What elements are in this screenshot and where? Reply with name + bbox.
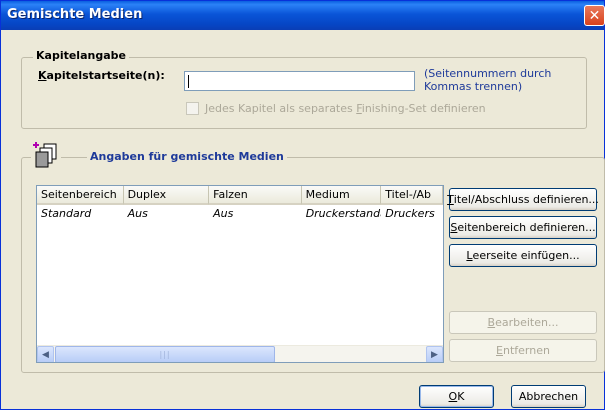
define-page-range-button[interactable]: Seitenbereich definieren... — [449, 216, 597, 239]
col-titel[interactable]: Titel-/Ab — [381, 186, 443, 205]
col-medium[interactable]: Medium — [301, 186, 382, 205]
col-falzen[interactable]: Falzen — [209, 186, 302, 205]
define-title-button[interactable]: Titel/Abschluss definieren... — [447, 188, 599, 211]
horizontal-scrollbar[interactable]: ◀ ||| ▶ — [37, 345, 443, 362]
table-row[interactable]: Standard Aus Aus Druckerstandard Drucker… — [37, 206, 443, 221]
media-listview[interactable]: Seitenbereich Duplex Falzen Medium Titel… — [36, 185, 444, 363]
cell-medium: Druckerstandard — [305, 207, 382, 220]
close-button[interactable]: ✕ — [584, 5, 605, 26]
chapter-group-title: Kapitelangabe — [33, 49, 129, 62]
col-seitenbereich[interactable]: Seitenbereich — [37, 186, 124, 205]
cancel-button[interactable]: Abbrechen — [511, 385, 586, 408]
checkbox-box[interactable] — [186, 102, 199, 115]
remove-button[interactable]: Entfernen — [449, 339, 597, 362]
col-duplex[interactable]: Duplex — [123, 186, 210, 205]
close-icon: ✕ — [588, 7, 601, 24]
cell-seitenbereich: Standard — [41, 207, 92, 220]
arrow-right-icon: ▶ — [431, 349, 438, 360]
text-caret — [188, 75, 189, 88]
title-bar[interactable]: Gemischte Medien ✕ — [1, 1, 605, 30]
scroll-left-button[interactable]: ◀ — [37, 346, 54, 362]
dialog-window: Gemischte Medien ✕ Kapitelangabe Kapitel… — [0, 0, 605, 410]
checkbox-label: Jedes Kapitel als separates Finishing-Se… — [205, 102, 486, 115]
separate-finishing-checkbox[interactable]: Jedes Kapitel als separates Finishing-Se… — [186, 102, 486, 115]
cell-falzen: Aus — [213, 207, 234, 220]
insert-blank-page-button[interactable]: Leerseite einfügen... — [449, 244, 597, 267]
arrow-left-icon: ◀ — [42, 349, 49, 360]
edit-button[interactable]: Bearbeiten... — [449, 311, 597, 334]
cell-duplex: Aus — [127, 207, 148, 220]
list-header: Seitenbereich Duplex Falzen Medium Titel… — [37, 186, 443, 205]
cell-titel: Druckers — [385, 207, 435, 220]
scroll-thumb[interactable]: ||| — [55, 346, 275, 362]
media-pages-icon — [31, 141, 61, 169]
chapter-hint: (Seitennummern durch Kommas trennen) — [424, 67, 552, 93]
chapter-start-label: Kapitelstartseite(n): — [38, 69, 165, 82]
grip-icon: ||| — [159, 350, 171, 359]
media-group-title: Angaben für gemischte Medien — [87, 150, 287, 163]
scroll-right-button[interactable]: ▶ — [426, 346, 443, 362]
chapter-start-input[interactable] — [184, 71, 415, 91]
ok-button[interactable]: OK — [419, 385, 494, 408]
window-title: Gemischte Medien — [7, 7, 143, 22]
